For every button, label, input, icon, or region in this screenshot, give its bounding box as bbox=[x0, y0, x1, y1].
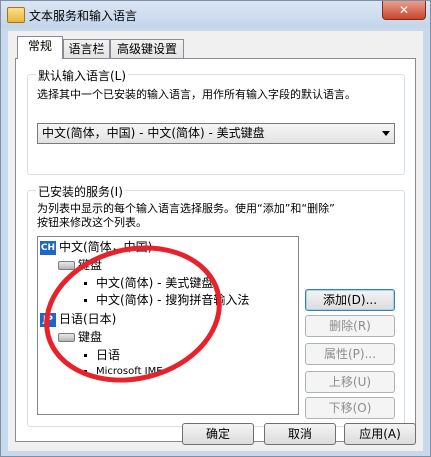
remove-button[interactable]: 删除(R) bbox=[305, 315, 395, 337]
window-title: 文本服务和输入语言 bbox=[29, 9, 138, 23]
chevron-down-icon bbox=[382, 131, 390, 136]
tree-item-japanese-ja[interactable]: 日语 bbox=[84, 347, 120, 363]
keyboard-icon bbox=[58, 261, 75, 270]
properties-button-label: 属性(P)... bbox=[323, 347, 377, 361]
installed-services-description-2: 按钮来修改这个列表。 bbox=[37, 216, 147, 229]
cancel-button-label: 取消 bbox=[287, 427, 312, 441]
tab-general[interactable]: 常规 bbox=[17, 36, 63, 59]
bullet-icon bbox=[84, 354, 87, 357]
installed-services-description-1: 为列表中显示的每个输入语言选择服务。使用“添加”和“删除” bbox=[37, 202, 335, 215]
tab-advanced-key-settings-label: 高级键设置 bbox=[116, 42, 177, 56]
close-icon: ✕ bbox=[398, 3, 410, 17]
general-tab-panel: 默认输入语言(L) 选择其中一个已安装的输入语言，用作所有输入字段的默认语言。 … bbox=[15, 58, 416, 442]
dialog-client-area: 常规 语言栏 高级键设置 默认输入语言(L) 选择其中一个已安装的输入语言，用作… bbox=[8, 31, 423, 451]
properties-button[interactable]: 属性(P)... bbox=[305, 343, 395, 365]
add-button[interactable]: 添加(D)... bbox=[305, 289, 395, 311]
installed-services-tree[interactable]: CH 中文(简体，中国) 键盘 中文(简体) - 美式键盘 中文(简体) - 搜狗… bbox=[37, 236, 299, 415]
tree-item-chinese-label: 中文(简体，中国) bbox=[59, 240, 153, 254]
apply-button[interactable]: 应用(A) bbox=[344, 423, 416, 445]
tree-item-chinese-us-keyboard[interactable]: 中文(简体) - 美式键盘 bbox=[84, 275, 213, 291]
tab-language-bar-label: 语言栏 bbox=[68, 42, 105, 56]
tab-advanced-key-settings[interactable]: 高级键设置 bbox=[110, 39, 184, 58]
bullet-icon bbox=[84, 369, 87, 373]
tree-item-japanese[interactable]: JP 日语(日本) bbox=[40, 311, 116, 327]
tree-item-chinese[interactable]: CH 中文(简体，中国) bbox=[40, 239, 152, 255]
window-app-icon bbox=[7, 7, 25, 23]
close-button[interactable]: ✕ bbox=[382, 1, 426, 20]
remove-button-label: 删除(R) bbox=[329, 319, 371, 333]
tree-item-japanese-keyboard-label: 键盘 bbox=[78, 330, 103, 344]
tree-item-chinese-sogou[interactable]: 中文(简体) - 搜狗拼音输入法 bbox=[84, 292, 249, 308]
tree-item-japanese-ime[interactable]: Microsoft IME bbox=[84, 364, 163, 380]
tree-item-japanese-ja-label: 日语 bbox=[96, 348, 121, 362]
keyboard-icon bbox=[58, 333, 75, 342]
tab-language-bar[interactable]: 语言栏 bbox=[63, 39, 110, 58]
installed-services-label: 已安装的服务(I) bbox=[36, 183, 125, 200]
default-language-label: 默认输入语言(L) bbox=[36, 67, 129, 84]
language-badge-ch: CH bbox=[40, 240, 56, 255]
add-button-label: 添加(D)... bbox=[322, 293, 378, 307]
cancel-button[interactable]: 取消 bbox=[264, 423, 336, 445]
dialog-window: 文本服务和输入语言 ✕ 常规 语言栏 高级键设置 默认输入语言(L) 选择其中一… bbox=[0, 0, 431, 457]
tree-item-japanese-keyboard[interactable]: 键盘 bbox=[58, 329, 102, 345]
tree-item-chinese-keyboard-label: 键盘 bbox=[78, 258, 103, 272]
default-language-description: 选择其中一个已安装的输入语言，用作所有输入字段的默认语言。 bbox=[37, 88, 356, 101]
tree-item-chinese-sogou-label: 中文(简体) - 搜狗拼音输入法 bbox=[96, 293, 250, 307]
ok-button-label: 确定 bbox=[205, 427, 230, 441]
tree-item-japanese-ime-label: Microsoft IME bbox=[96, 366, 163, 377]
move-up-button-label: 上移(U) bbox=[328, 375, 372, 389]
bullet-icon bbox=[84, 282, 87, 285]
tab-general-label: 常规 bbox=[27, 39, 52, 53]
ok-button[interactable]: 确定 bbox=[182, 423, 254, 445]
tree-item-chinese-keyboard[interactable]: 键盘 bbox=[58, 257, 102, 273]
default-language-dropdown[interactable]: 中文(简体，中国) - 中文(简体) - 美式键盘 bbox=[37, 123, 395, 144]
bullet-icon bbox=[84, 299, 87, 302]
title-bar[interactable]: 文本服务和输入语言 ✕ bbox=[1, 1, 430, 28]
apply-button-label: 应用(A) bbox=[359, 427, 401, 441]
default-language-selected: 中文(简体，中国) - 中文(简体) - 美式键盘 bbox=[42, 126, 265, 140]
move-down-button[interactable]: 下移(O) bbox=[305, 397, 395, 419]
move-down-button-label: 下移(O) bbox=[328, 401, 372, 415]
tree-item-chinese-us-keyboard-label: 中文(简体) - 美式键盘 bbox=[96, 276, 214, 290]
move-up-button[interactable]: 上移(U) bbox=[305, 371, 395, 393]
tree-item-japanese-label: 日语(日本) bbox=[59, 312, 117, 326]
language-badge-jp: JP bbox=[40, 312, 56, 327]
